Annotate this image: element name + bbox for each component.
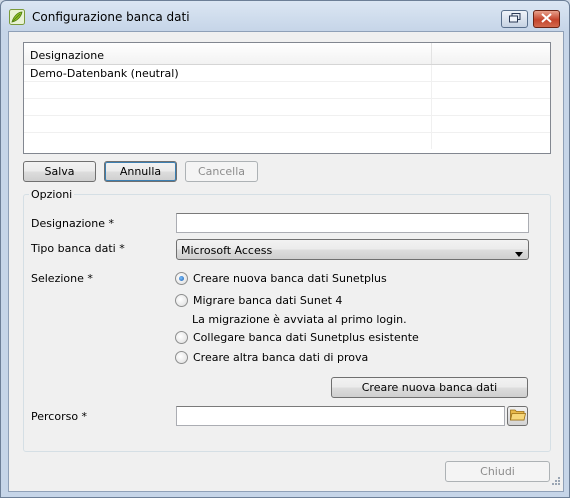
table-row[interactable]	[24, 82, 550, 99]
radio-migrate[interactable]: Migrare banca dati Sunet 4	[175, 294, 342, 307]
grid-header: Designazione	[24, 43, 550, 65]
db-type-select[interactable]: Microsoft Access	[176, 239, 529, 260]
create-database-button[interactable]: Creare nuova banca dati	[331, 377, 528, 398]
designation-field[interactable]	[176, 213, 529, 233]
radio-label: Migrare banca dati Sunet 4	[193, 294, 343, 307]
dialog-client-area: Designazione Demo-Datenbank (neutral) Sa…	[8, 31, 564, 492]
radio-create-test[interactable]: Creare altra banca dati di prova	[175, 351, 368, 364]
restore-button[interactable]	[501, 10, 528, 28]
table-cell	[24, 116, 432, 132]
app-leaf-icon	[9, 9, 25, 25]
table-row[interactable]	[24, 116, 550, 133]
close-icon	[541, 12, 552, 26]
chevron-down-icon	[515, 247, 523, 260]
database-grid[interactable]: Designazione Demo-Datenbank (neutral)	[23, 42, 551, 154]
close-button[interactable]	[533, 10, 560, 28]
radio-label: Creare nuova banca dati Sunetplus	[193, 272, 387, 285]
browse-folder-button[interactable]	[507, 406, 528, 426]
radio-unchecked-icon	[175, 351, 188, 364]
cancel-button[interactable]: Annulla	[104, 161, 177, 182]
table-row[interactable]	[24, 99, 550, 116]
designation-input[interactable]	[177, 214, 528, 232]
path-label: Percorso *	[31, 410, 88, 423]
folder-icon	[509, 408, 526, 424]
window-title: Configurazione banca dati	[32, 10, 190, 24]
radio-checked-icon	[175, 272, 188, 285]
save-button[interactable]: Salva	[23, 161, 96, 182]
migration-note: La migrazione è avviata al primo login.	[192, 313, 407, 326]
radio-label: Creare altra banca dati di prova	[193, 351, 369, 364]
designation-label: Designazione *	[31, 217, 115, 230]
radio-unchecked-icon	[175, 294, 188, 307]
path-input[interactable]	[177, 407, 504, 425]
selection-label: Selezione *	[31, 272, 93, 285]
options-group-title: Opzioni	[29, 188, 75, 201]
restore-icon	[508, 12, 521, 26]
radio-unchecked-icon	[175, 331, 188, 344]
radio-create-new[interactable]: Creare nuova banca dati Sunetplus	[175, 272, 387, 285]
path-field[interactable]	[176, 406, 505, 426]
db-type-value: Microsoft Access	[181, 244, 273, 257]
db-type-label: Tipo banca dati *	[31, 242, 125, 255]
dialog-window: Configurazione banca dati Designazione D…	[0, 0, 570, 498]
radio-label: Collegare banca dati Sunetplus esistente	[193, 331, 419, 344]
table-cell	[24, 82, 432, 98]
radio-connect-existing[interactable]: Collegare banca dati Sunetplus esistente	[175, 331, 419, 344]
resize-grip-icon[interactable]	[550, 475, 560, 488]
column-header-empty[interactable]	[432, 43, 550, 64]
table-cell	[24, 99, 432, 115]
delete-button[interactable]: Cancella	[185, 161, 258, 182]
table-cell	[24, 133, 432, 149]
title-bar[interactable]: Configurazione banca dati	[1, 1, 569, 31]
table-cell: Demo-Datenbank (neutral)	[24, 65, 432, 81]
table-row[interactable]: Demo-Datenbank (neutral)	[24, 65, 550, 82]
close-dialog-button[interactable]: Chiudi	[445, 461, 550, 482]
table-row[interactable]	[24, 133, 550, 150]
column-header-designation[interactable]: Designazione	[24, 43, 432, 64]
